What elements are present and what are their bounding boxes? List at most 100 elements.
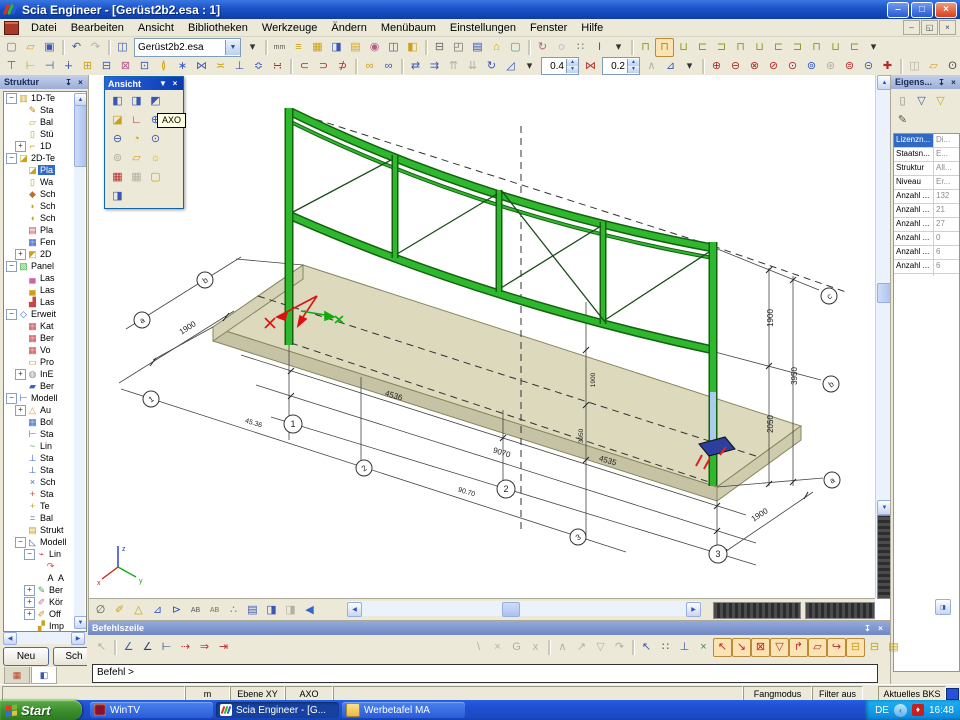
toolbar-button[interactable]: ⊿ bbox=[661, 57, 680, 76]
toolbar-button[interactable]: ≍ bbox=[211, 57, 230, 76]
status-filter-aus[interactable]: Filter aus bbox=[812, 686, 863, 701]
tree-expander[interactable]: − bbox=[6, 309, 17, 320]
snap-tool-button[interactable]: ↪ bbox=[827, 638, 846, 657]
menu-werkzeuge[interactable]: Werkzeuge bbox=[255, 21, 324, 35]
toolbar-button[interactable]: ▤ bbox=[468, 38, 487, 57]
property-tool-button[interactable]: ✎ bbox=[893, 111, 912, 130]
status-fangmodus[interactable]: Fangmodus bbox=[743, 686, 812, 701]
toolbar-button[interactable]: ⊂ bbox=[295, 57, 314, 76]
toolbar-button[interactable]: ≡ bbox=[289, 38, 308, 57]
toolbar-button[interactable]: ◌ bbox=[552, 38, 571, 57]
snap-tool-button[interactable]: x bbox=[526, 638, 545, 657]
toolbar-button[interactable]: ▱ bbox=[21, 38, 40, 57]
taskbar-task[interactable]: Scia Engineer - [G... bbox=[216, 702, 339, 718]
toolbar-button[interactable]: ◧ bbox=[403, 38, 422, 57]
toolbar-button[interactable]: ◰ bbox=[449, 38, 468, 57]
toolbar-button[interactable]: ⊅ bbox=[333, 57, 352, 76]
snap-tool-button[interactable]: ⇥ bbox=[214, 638, 233, 657]
scroll-left-icon[interactable]: ◀ bbox=[3, 632, 17, 645]
snap-tool-button[interactable]: ↘ bbox=[732, 638, 751, 657]
toolbar-button[interactable]: ⊤ bbox=[2, 57, 21, 76]
toolbar-button[interactable]: ▦ bbox=[308, 38, 327, 57]
toolbar-button[interactable]: ↶ bbox=[67, 38, 86, 57]
property-row[interactable]: Anzahl ...0 bbox=[894, 232, 959, 246]
toolbar-button[interactable]: ⊡ bbox=[135, 57, 154, 76]
view-tool-button[interactable]: ⊖ bbox=[108, 130, 127, 149]
pin-icon[interactable]: ↧ bbox=[63, 77, 74, 88]
snap-tool-button[interactable]: ▽ bbox=[591, 638, 610, 657]
toolbar-button[interactable]: ◨ bbox=[327, 38, 346, 57]
snap-tool-button[interactable]: ⊟ bbox=[865, 638, 884, 657]
toolbar-button[interactable]: ⊞ bbox=[78, 57, 97, 76]
snap-tool-button[interactable]: ∧ bbox=[553, 638, 572, 657]
hscrollbar-thumb[interactable] bbox=[502, 602, 520, 617]
toolbar-button[interactable]: ◿ bbox=[501, 57, 520, 76]
minimize-button[interactable]: – bbox=[887, 2, 909, 18]
toolbar-button[interactable]: ⊐ bbox=[788, 38, 807, 57]
tree-expander[interactable]: − bbox=[6, 393, 17, 404]
menu-bibliotheken[interactable]: Bibliotheken bbox=[181, 21, 255, 35]
graphics-viewport[interactable]: z x y 4536 4535 9070 45.36 90.70 1900 19… bbox=[88, 75, 891, 620]
tree-hscrollbar[interactable]: ◀ ▶ bbox=[3, 632, 85, 644]
mdi-minimize-button[interactable]: – bbox=[903, 20, 920, 35]
toolbar-button[interactable]: ⊟ bbox=[97, 57, 116, 76]
toolbar-button[interactable]: ⋈ bbox=[192, 57, 211, 76]
spinner-up-icon[interactable]: ▲ bbox=[628, 59, 639, 66]
view-option-button[interactable]: ◀ bbox=[300, 601, 319, 620]
spinner-up-icon[interactable]: ▲ bbox=[567, 59, 578, 66]
toolbar-button[interactable]: ⊚ bbox=[802, 57, 821, 76]
view-tool-button[interactable]: ◧ bbox=[108, 92, 127, 111]
view-tool-button[interactable]: ▦ bbox=[108, 168, 127, 187]
view-tool-button[interactable]: ◪ bbox=[108, 111, 127, 130]
toolbar-button[interactable]: ▾ bbox=[864, 38, 883, 57]
tree-expander[interactable]: − bbox=[6, 261, 17, 272]
tree-scrollbar-thumb[interactable] bbox=[74, 105, 87, 167]
scroll-left-icon[interactable]: ◀ bbox=[347, 602, 362, 617]
view-tool-button[interactable]: ▱ bbox=[127, 149, 146, 168]
mdi-close-button[interactable]: × bbox=[939, 20, 956, 35]
snap-tool-button[interactable]: ↷ bbox=[610, 638, 629, 657]
property-row[interactable]: Anzahl ...6 bbox=[894, 260, 959, 274]
tree-expander[interactable]: + bbox=[15, 405, 26, 416]
tree-expander[interactable]: − bbox=[6, 93, 17, 104]
scale-spinner-2[interactable]: 0.2 ▲▼ bbox=[602, 57, 640, 75]
menu-datei[interactable]: Datei bbox=[24, 21, 64, 35]
property-row[interactable]: StrukturAll... bbox=[894, 162, 959, 176]
taskbar-task[interactable]: WinTV bbox=[90, 702, 213, 718]
toolbar-button[interactable]: ⋈ bbox=[581, 57, 600, 76]
status-ebene-xy[interactable]: Ebene XY bbox=[230, 686, 285, 701]
toolbar-button[interactable]: ▣ bbox=[40, 38, 59, 57]
toolbar-button[interactable]: ▢ bbox=[506, 38, 525, 57]
menu-einstellungen[interactable]: Einstellungen bbox=[443, 21, 523, 35]
property-row[interactable]: NiveauEr... bbox=[894, 176, 959, 190]
view-option-button[interactable]: ▤ bbox=[243, 601, 262, 620]
toolbar-button[interactable]: ✚ bbox=[878, 57, 897, 76]
toolbar-button[interactable]: mm bbox=[270, 38, 289, 57]
snap-tool-button[interactable]: ⊠ bbox=[751, 638, 770, 657]
toolbar-button[interactable]: ∧ bbox=[642, 57, 661, 76]
toolbar-button[interactable]: ⊓ bbox=[636, 38, 655, 57]
view-option-button[interactable]: ◨ bbox=[281, 601, 300, 620]
toolbar-button[interactable]: ⊙ bbox=[783, 57, 802, 76]
language-indicator[interactable]: DE bbox=[875, 705, 889, 716]
snap-tool-button[interactable]: ▱ bbox=[808, 638, 827, 657]
view-option-button[interactable]: ⊿ bbox=[148, 601, 167, 620]
property-tool-button[interactable]: ▽ bbox=[931, 92, 950, 111]
tree-expander[interactable]: − bbox=[15, 537, 26, 548]
view-option-button[interactable]: ◨ bbox=[262, 601, 281, 620]
spinner-down-icon[interactable]: ▼ bbox=[567, 66, 578, 73]
tree-expander[interactable]: + bbox=[15, 249, 26, 260]
toolbar-button[interactable]: ⊖ bbox=[726, 57, 745, 76]
view-option-button[interactable]: ∴ bbox=[224, 601, 243, 620]
scroll-down-icon[interactable]: ▼ bbox=[74, 616, 87, 629]
view-tool-button[interactable]: ◩ bbox=[146, 92, 165, 111]
toolbar-button[interactable]: ⊛ bbox=[821, 57, 840, 76]
panel-tab-1[interactable]: ▦ bbox=[4, 667, 30, 684]
menu-menübaum[interactable]: Menübaum bbox=[374, 21, 443, 35]
menu-ansicht[interactable]: Ansicht bbox=[131, 21, 181, 35]
property-row[interactable]: Anzahl ...21 bbox=[894, 204, 959, 218]
close-icon[interactable]: × bbox=[948, 77, 959, 88]
chevron-left-icon[interactable]: ‹ bbox=[894, 704, 907, 717]
toolbar-button[interactable]: ⊃ bbox=[314, 57, 333, 76]
snap-tool-button[interactable]: ⊥ bbox=[675, 638, 694, 657]
